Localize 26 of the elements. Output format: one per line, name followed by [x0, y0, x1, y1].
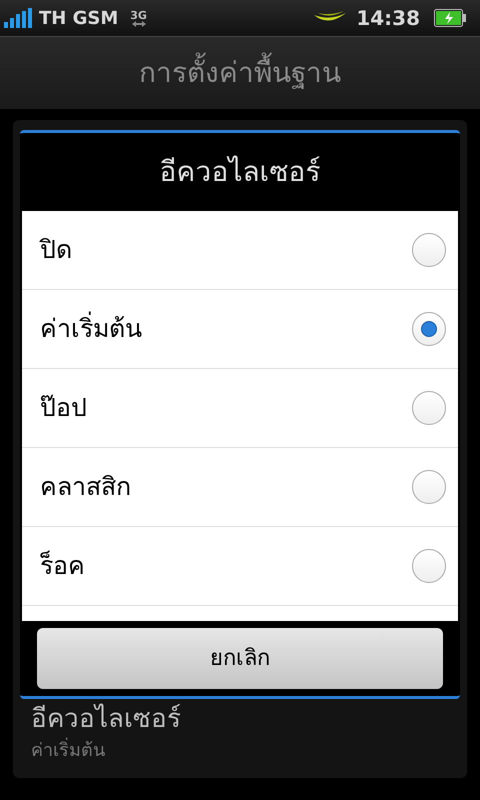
carrier-name: TH GSM	[39, 6, 118, 30]
dialog-title: อีควอไลเซอร์	[160, 154, 320, 190]
option-label: ค่าเริ่มต้น	[40, 310, 142, 348]
radio-button[interactable]	[412, 549, 446, 583]
option-label: ปิด	[40, 234, 72, 266]
radio-button[interactable]	[412, 233, 446, 267]
cancel-button[interactable]: ยกเลิก	[37, 628, 443, 689]
screen-title: การตั้งค่าพื้นฐาน	[139, 52, 341, 94]
radio-button[interactable]	[412, 312, 446, 346]
radio-button[interactable]	[412, 391, 446, 425]
clock: 14:38	[356, 5, 420, 32]
option-row[interactable]: ป๊อป	[22, 369, 458, 448]
option-label: คลาสสิก	[40, 471, 131, 504]
option-row[interactable]: ค่าเริ่มต้น	[22, 290, 458, 369]
setting-summary: ค่าเริ่มต้น	[31, 737, 449, 764]
option-row[interactable]: ร็อค	[22, 527, 458, 606]
radio-button[interactable]	[412, 470, 446, 504]
option-row[interactable]: คลาสสิก	[22, 448, 458, 527]
network-type: 3G	[130, 10, 147, 20]
battery-charging-icon	[434, 9, 466, 27]
data-arrows-icon	[132, 20, 146, 26]
option-label: ป๊อป	[40, 392, 87, 424]
option-row[interactable]: ปิด	[22, 211, 458, 290]
option-label: ร็อค	[40, 550, 85, 582]
setting-title: อีควอไลเซอร์	[31, 702, 182, 735]
signal-icon	[4, 8, 34, 28]
